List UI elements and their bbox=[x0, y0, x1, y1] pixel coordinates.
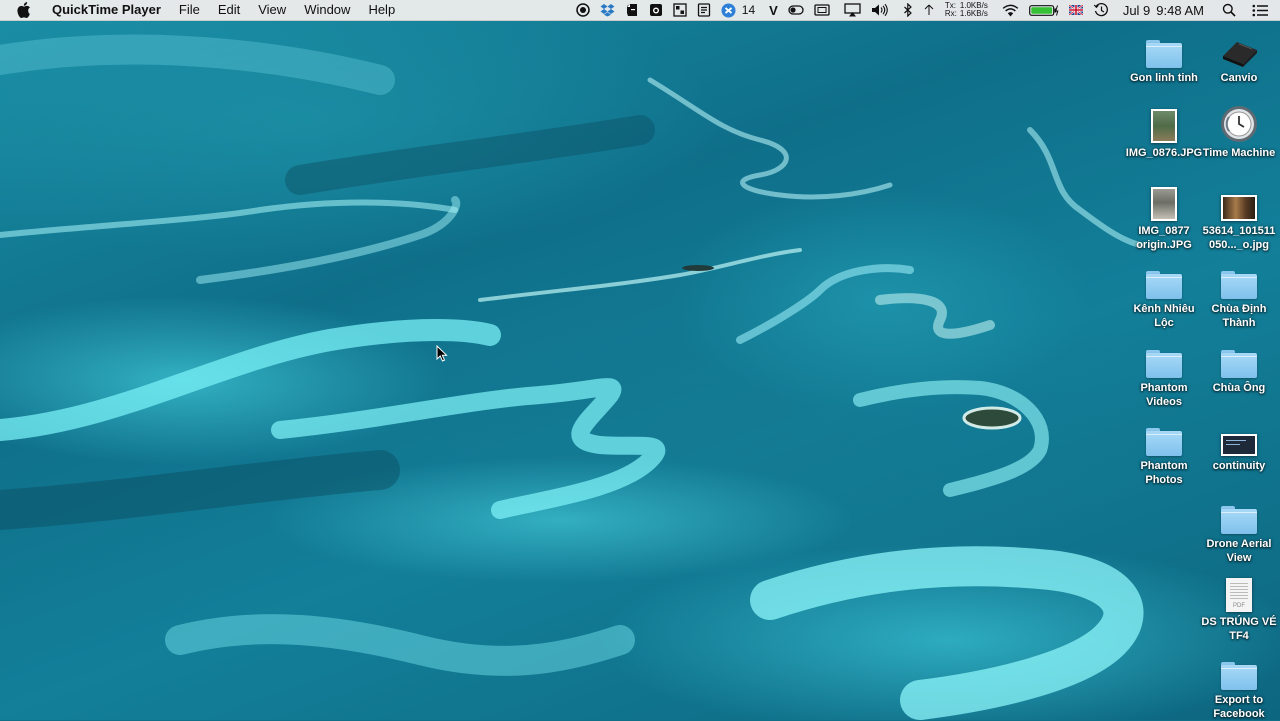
toggle-icon[interactable] bbox=[788, 0, 804, 20]
desktop-icon-label: Canvio bbox=[1220, 72, 1258, 84]
desktop-icon-label: Phantom Photos bbox=[1140, 460, 1188, 486]
menu-bar: QuickTime Player File Edit View Window H… bbox=[0, 0, 1280, 21]
desktop-icon-label: Time Machine bbox=[1202, 147, 1276, 159]
desktop-icon-drone-aerial-view[interactable]: Drone Aerial View bbox=[1203, 496, 1275, 565]
folder-icon bbox=[1128, 418, 1200, 456]
external-drive-icon bbox=[1203, 30, 1275, 68]
volume-icon[interactable] bbox=[871, 0, 889, 20]
desktop-icon-label: Drone Aerial View bbox=[1206, 538, 1272, 564]
time-machine-icon bbox=[1203, 105, 1275, 143]
net-rx-label: Rx: bbox=[944, 9, 957, 18]
folder-icon bbox=[1203, 261, 1275, 299]
desktop-icon-img-0877-origin[interactable]: IMG_0877 origin.JPG bbox=[1128, 183, 1200, 252]
net-labels: Tx: Rx: bbox=[945, 2, 957, 18]
folder-icon bbox=[1203, 496, 1275, 534]
network-monitor-icon[interactable] bbox=[923, 0, 935, 20]
desktop-icon-label: Kênh Nhiêu Lộc bbox=[1133, 303, 1195, 329]
evernote-icon[interactable] bbox=[625, 0, 639, 20]
file-menu[interactable]: File bbox=[170, 0, 209, 20]
desktop-icon-img-0876[interactable]: IMG_0876.JPG bbox=[1125, 105, 1203, 160]
desktop-icon-label: DS TRÚNG VÉ TF4 bbox=[1201, 616, 1277, 642]
net-rx-value: 1.6KB/s bbox=[959, 9, 988, 18]
pdf-tag: PDF bbox=[1233, 603, 1245, 609]
view-menu[interactable]: View bbox=[249, 0, 295, 20]
display-icon[interactable] bbox=[814, 0, 830, 20]
desktop-icon-kenh-nhieu-loc[interactable]: Kênh Nhiêu Lộc bbox=[1128, 261, 1200, 330]
desktop-wallpaper bbox=[0, 0, 1280, 720]
desktop-icon-label: IMG_0876.JPG bbox=[1125, 147, 1203, 159]
pdf-file-icon: PDF bbox=[1203, 574, 1275, 612]
app-menu[interactable]: QuickTime Player bbox=[44, 0, 170, 20]
desktop-icon-ds-trung-ve-tf4[interactable]: PDF DS TRÚNG VÉ TF4 bbox=[1201, 574, 1277, 643]
desktop-icon-export-to-facebook[interactable]: Export to Facebook bbox=[1203, 652, 1275, 721]
grid-app-icon[interactable] bbox=[673, 0, 687, 20]
dropbox-icon[interactable] bbox=[600, 0, 615, 20]
net-values: 1.0KB/s 1.6KB/s bbox=[960, 2, 988, 18]
desktop-icon-continuity[interactable]: continuity bbox=[1203, 418, 1275, 473]
image-file-icon bbox=[1203, 183, 1275, 221]
desktop-icon-label: Chùa Định Thành bbox=[1211, 303, 1267, 329]
desktop-icon-label: Chùa Ông bbox=[1212, 382, 1266, 394]
notification-center-icon[interactable] bbox=[1252, 0, 1268, 20]
time-machine-status-icon[interactable] bbox=[1093, 0, 1109, 20]
folder-icon bbox=[1128, 261, 1200, 299]
desktop-icon-53614-jpg[interactable]: 53614_101511050..._o.jpg bbox=[1203, 183, 1275, 252]
screenshot-file-icon bbox=[1203, 418, 1275, 456]
desktop-icon-label: continuity bbox=[1212, 460, 1266, 472]
desktop-icon-gon-linh-tinh[interactable]: Gon linh tinh bbox=[1128, 30, 1200, 85]
badge-count: 14 bbox=[741, 3, 756, 17]
uk-flag-icon[interactable] bbox=[1068, 0, 1083, 20]
wifi-icon[interactable] bbox=[1002, 0, 1019, 20]
desktop-icon-label: Gon linh tinh bbox=[1130, 72, 1198, 84]
apple-menu-icon[interactable] bbox=[17, 2, 34, 19]
wallpaper-art bbox=[0, 34, 1144, 720]
desktop-icon-chua-ong[interactable]: Chùa Ông bbox=[1203, 340, 1275, 395]
image-file-icon bbox=[1128, 105, 1200, 143]
desktop-icon-label: 53614_101511050..._o.jpg bbox=[1202, 225, 1276, 251]
airplay-icon[interactable] bbox=[844, 0, 861, 20]
folder-icon bbox=[1128, 30, 1200, 68]
desktop-icon-label: IMG_0877 origin.JPG bbox=[1136, 225, 1192, 251]
edit-menu[interactable]: Edit bbox=[209, 0, 249, 20]
badge-app-icon[interactable] bbox=[721, 0, 736, 20]
desktop-icon-chua-dinh-thanh[interactable]: Chùa Định Thành bbox=[1203, 261, 1275, 330]
folder-icon bbox=[1128, 340, 1200, 378]
clock-time[interactable]: 9:48 AM bbox=[1156, 0, 1204, 20]
desktop-icon-time-machine[interactable]: Time Machine bbox=[1203, 105, 1275, 160]
screen-record-icon[interactable] bbox=[576, 0, 590, 20]
spotlight-search-icon[interactable] bbox=[1222, 0, 1236, 20]
window-menu[interactable]: Window bbox=[295, 0, 359, 20]
desktop-icon-phantom-photos[interactable]: Phantom Photos bbox=[1128, 418, 1200, 487]
help-menu[interactable]: Help bbox=[359, 0, 404, 20]
desktop-icon-phantom-videos[interactable]: Phantom Videos bbox=[1128, 340, 1200, 409]
desktop-icon-canvio[interactable]: Canvio bbox=[1203, 30, 1275, 85]
net-speed[interactable]: Tx: Rx: 1.0KB/s 1.6KB/s bbox=[945, 0, 988, 20]
bluetooth-icon[interactable] bbox=[903, 0, 913, 20]
folder-icon bbox=[1203, 652, 1275, 690]
notes-icon[interactable] bbox=[697, 0, 711, 20]
battery-icon[interactable] bbox=[1028, 0, 1059, 20]
desktop-icon-label: Export to Facebook bbox=[1213, 694, 1265, 720]
folder-icon bbox=[1203, 340, 1275, 378]
clock-date[interactable]: Jul 9 bbox=[1123, 0, 1150, 20]
desktop-icon-label: Phantom Videos bbox=[1140, 382, 1188, 408]
mouse-pointer-icon bbox=[436, 344, 448, 367]
v-app-icon[interactable]: V bbox=[769, 0, 778, 20]
image-file-icon bbox=[1128, 183, 1200, 221]
camera-icon[interactable] bbox=[649, 0, 663, 20]
